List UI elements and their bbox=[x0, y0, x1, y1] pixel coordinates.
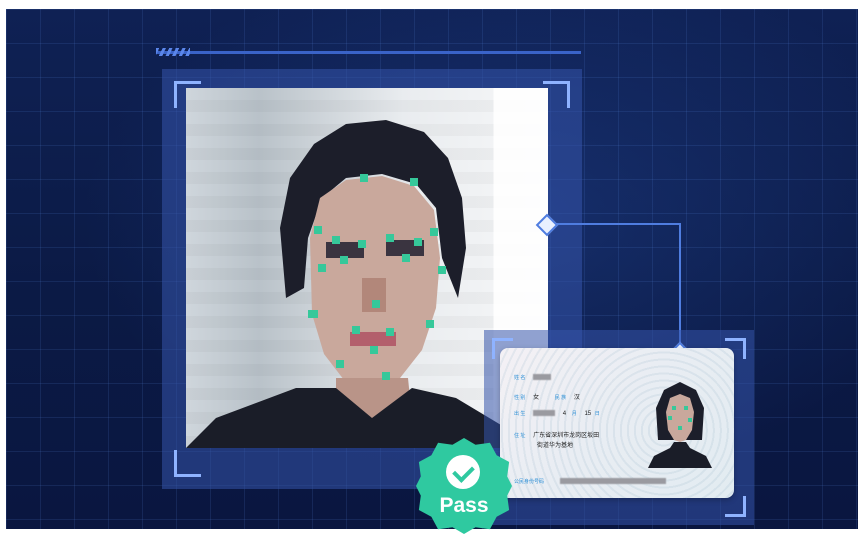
id-number-row: 公民身份号码 bbox=[514, 478, 666, 485]
redacted-id-number bbox=[559, 478, 666, 485]
birth-day: 15 bbox=[584, 411, 592, 417]
birth-month: 4 bbox=[562, 411, 567, 417]
gender-value: 女 bbox=[533, 395, 540, 401]
redacted-name bbox=[533, 374, 552, 381]
id-address-row: 住 址 广东省深圳市龙岗区坂田 bbox=[514, 430, 599, 439]
id-birth-row: 出 生 4 月 15 日 bbox=[514, 410, 606, 417]
address-line-1: 广东省深圳市龙岗区坂田 bbox=[533, 433, 600, 439]
address-line-2: 街道华为基地 bbox=[537, 443, 574, 449]
id-name-row: 姓 名 bbox=[514, 374, 552, 381]
pass-label: Pass bbox=[439, 494, 489, 517]
gender-label: 性 别 bbox=[514, 395, 526, 401]
name-label: 姓 名 bbox=[514, 375, 526, 381]
decorative-header-line bbox=[156, 48, 581, 56]
ethnicity-value: 汉 bbox=[573, 395, 580, 401]
birth-label: 出 生 bbox=[514, 411, 526, 417]
id-gender-row: 性 别 女 民 族 汉 bbox=[514, 392, 580, 401]
id-card-photo bbox=[648, 376, 712, 468]
ethnicity-label: 民 族 bbox=[554, 395, 567, 401]
corner-bracket-icon bbox=[174, 450, 201, 477]
id-address-row-2: 街道华为基地 bbox=[537, 440, 573, 449]
day-unit: 日 bbox=[594, 411, 600, 417]
id-card: 姓 名 性 别 女 民 族 汉 出 生 4 月 15 日 住 址 广东省深圳市龙… bbox=[500, 348, 734, 498]
address-label: 住 址 bbox=[514, 433, 526, 439]
month-unit: 月 bbox=[571, 411, 577, 417]
redacted-year bbox=[533, 410, 556, 417]
corner-bracket-icon bbox=[725, 496, 746, 517]
check-icon bbox=[446, 455, 480, 489]
id-number-label: 公民身份号码 bbox=[514, 479, 545, 485]
connector-line bbox=[548, 223, 680, 225]
